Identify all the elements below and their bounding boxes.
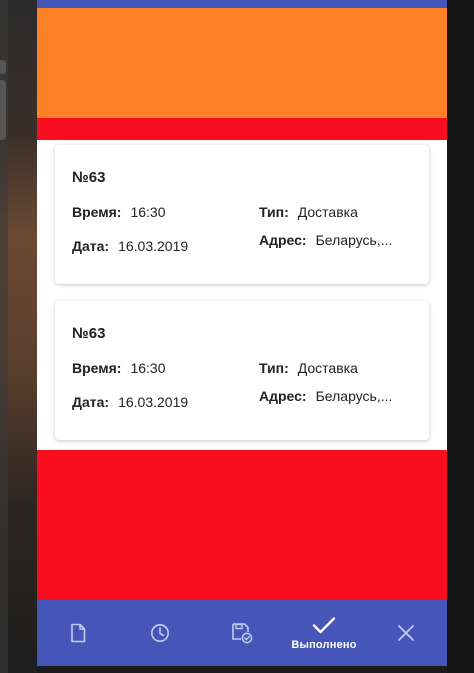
time-value: 16:30 <box>130 360 166 376</box>
document-icon <box>71 623 86 643</box>
order-number: №63 <box>72 169 106 186</box>
device-bottom-edge <box>37 666 447 673</box>
order-time: Время: 16:30 <box>72 204 166 220</box>
order-date: Дата: 16.03.2019 <box>72 238 188 254</box>
order-date: Дата: 16.03.2019 <box>72 394 188 410</box>
order-card[interactable]: №63 Время: 16:30 Дата: 16.03.2019 Тип: Дост… <box>55 301 429 440</box>
order-number: №63 <box>72 325 106 342</box>
date-label: Дата: <box>72 394 110 410</box>
order-type: Тип: Доставка <box>259 204 358 220</box>
close-icon <box>398 625 414 641</box>
time-value: 16:30 <box>130 204 166 220</box>
date-label: Дата: <box>72 238 110 254</box>
type-value: Доставка <box>297 360 358 376</box>
order-address: Адрес: Беларусь,... <box>259 232 392 248</box>
nav-cancel-button[interactable] <box>365 600 447 666</box>
bottom-navigation: Выполнено <box>37 600 447 666</box>
device-button <box>0 80 6 140</box>
address-label: Адрес: <box>259 232 307 248</box>
date-value: 16.03.2019 <box>118 238 189 254</box>
nav-documents-button[interactable] <box>37 600 119 666</box>
address-label: Адрес: <box>259 388 307 404</box>
date-value: 16.03.2019 <box>118 394 189 410</box>
nav-completed-label: Выполнено <box>291 639 357 651</box>
nav-completed-button[interactable]: Выполнено <box>283 600 365 666</box>
type-label: Тип: <box>259 360 289 376</box>
order-type: Тип: Доставка <box>259 360 358 376</box>
type-label: Тип: <box>259 204 289 220</box>
save-check-icon <box>232 623 253 644</box>
address-value: Беларусь,... <box>315 232 393 248</box>
background-right <box>447 0 474 673</box>
time-label: Время: <box>72 360 122 376</box>
nav-history-button[interactable] <box>119 600 201 666</box>
red-block-bottom <box>37 450 447 600</box>
background-left <box>0 0 37 673</box>
address-value: Беларусь,... <box>315 388 393 404</box>
time-label: Время: <box>72 204 122 220</box>
order-time: Время: 16:30 <box>72 360 166 376</box>
red-block-top <box>37 118 447 140</box>
status-strip <box>37 0 447 8</box>
app-screen: №63 Время: 16:30 Дата: 16.03.2019 Тип: Дост… <box>37 0 447 666</box>
type-value: Доставка <box>297 204 358 220</box>
orange-header-block <box>37 8 447 118</box>
check-icon <box>312 617 336 634</box>
order-address: Адрес: Беларусь,... <box>259 388 392 404</box>
device-button <box>0 60 6 74</box>
orders-list: №63 Время: 16:30 Дата: 16.03.2019 Тип: Дост… <box>37 140 447 450</box>
nav-saved-button[interactable] <box>201 600 283 666</box>
order-card[interactable]: №63 Время: 16:30 Дата: 16.03.2019 Тип: Дост… <box>55 145 429 284</box>
clock-icon <box>151 624 169 642</box>
